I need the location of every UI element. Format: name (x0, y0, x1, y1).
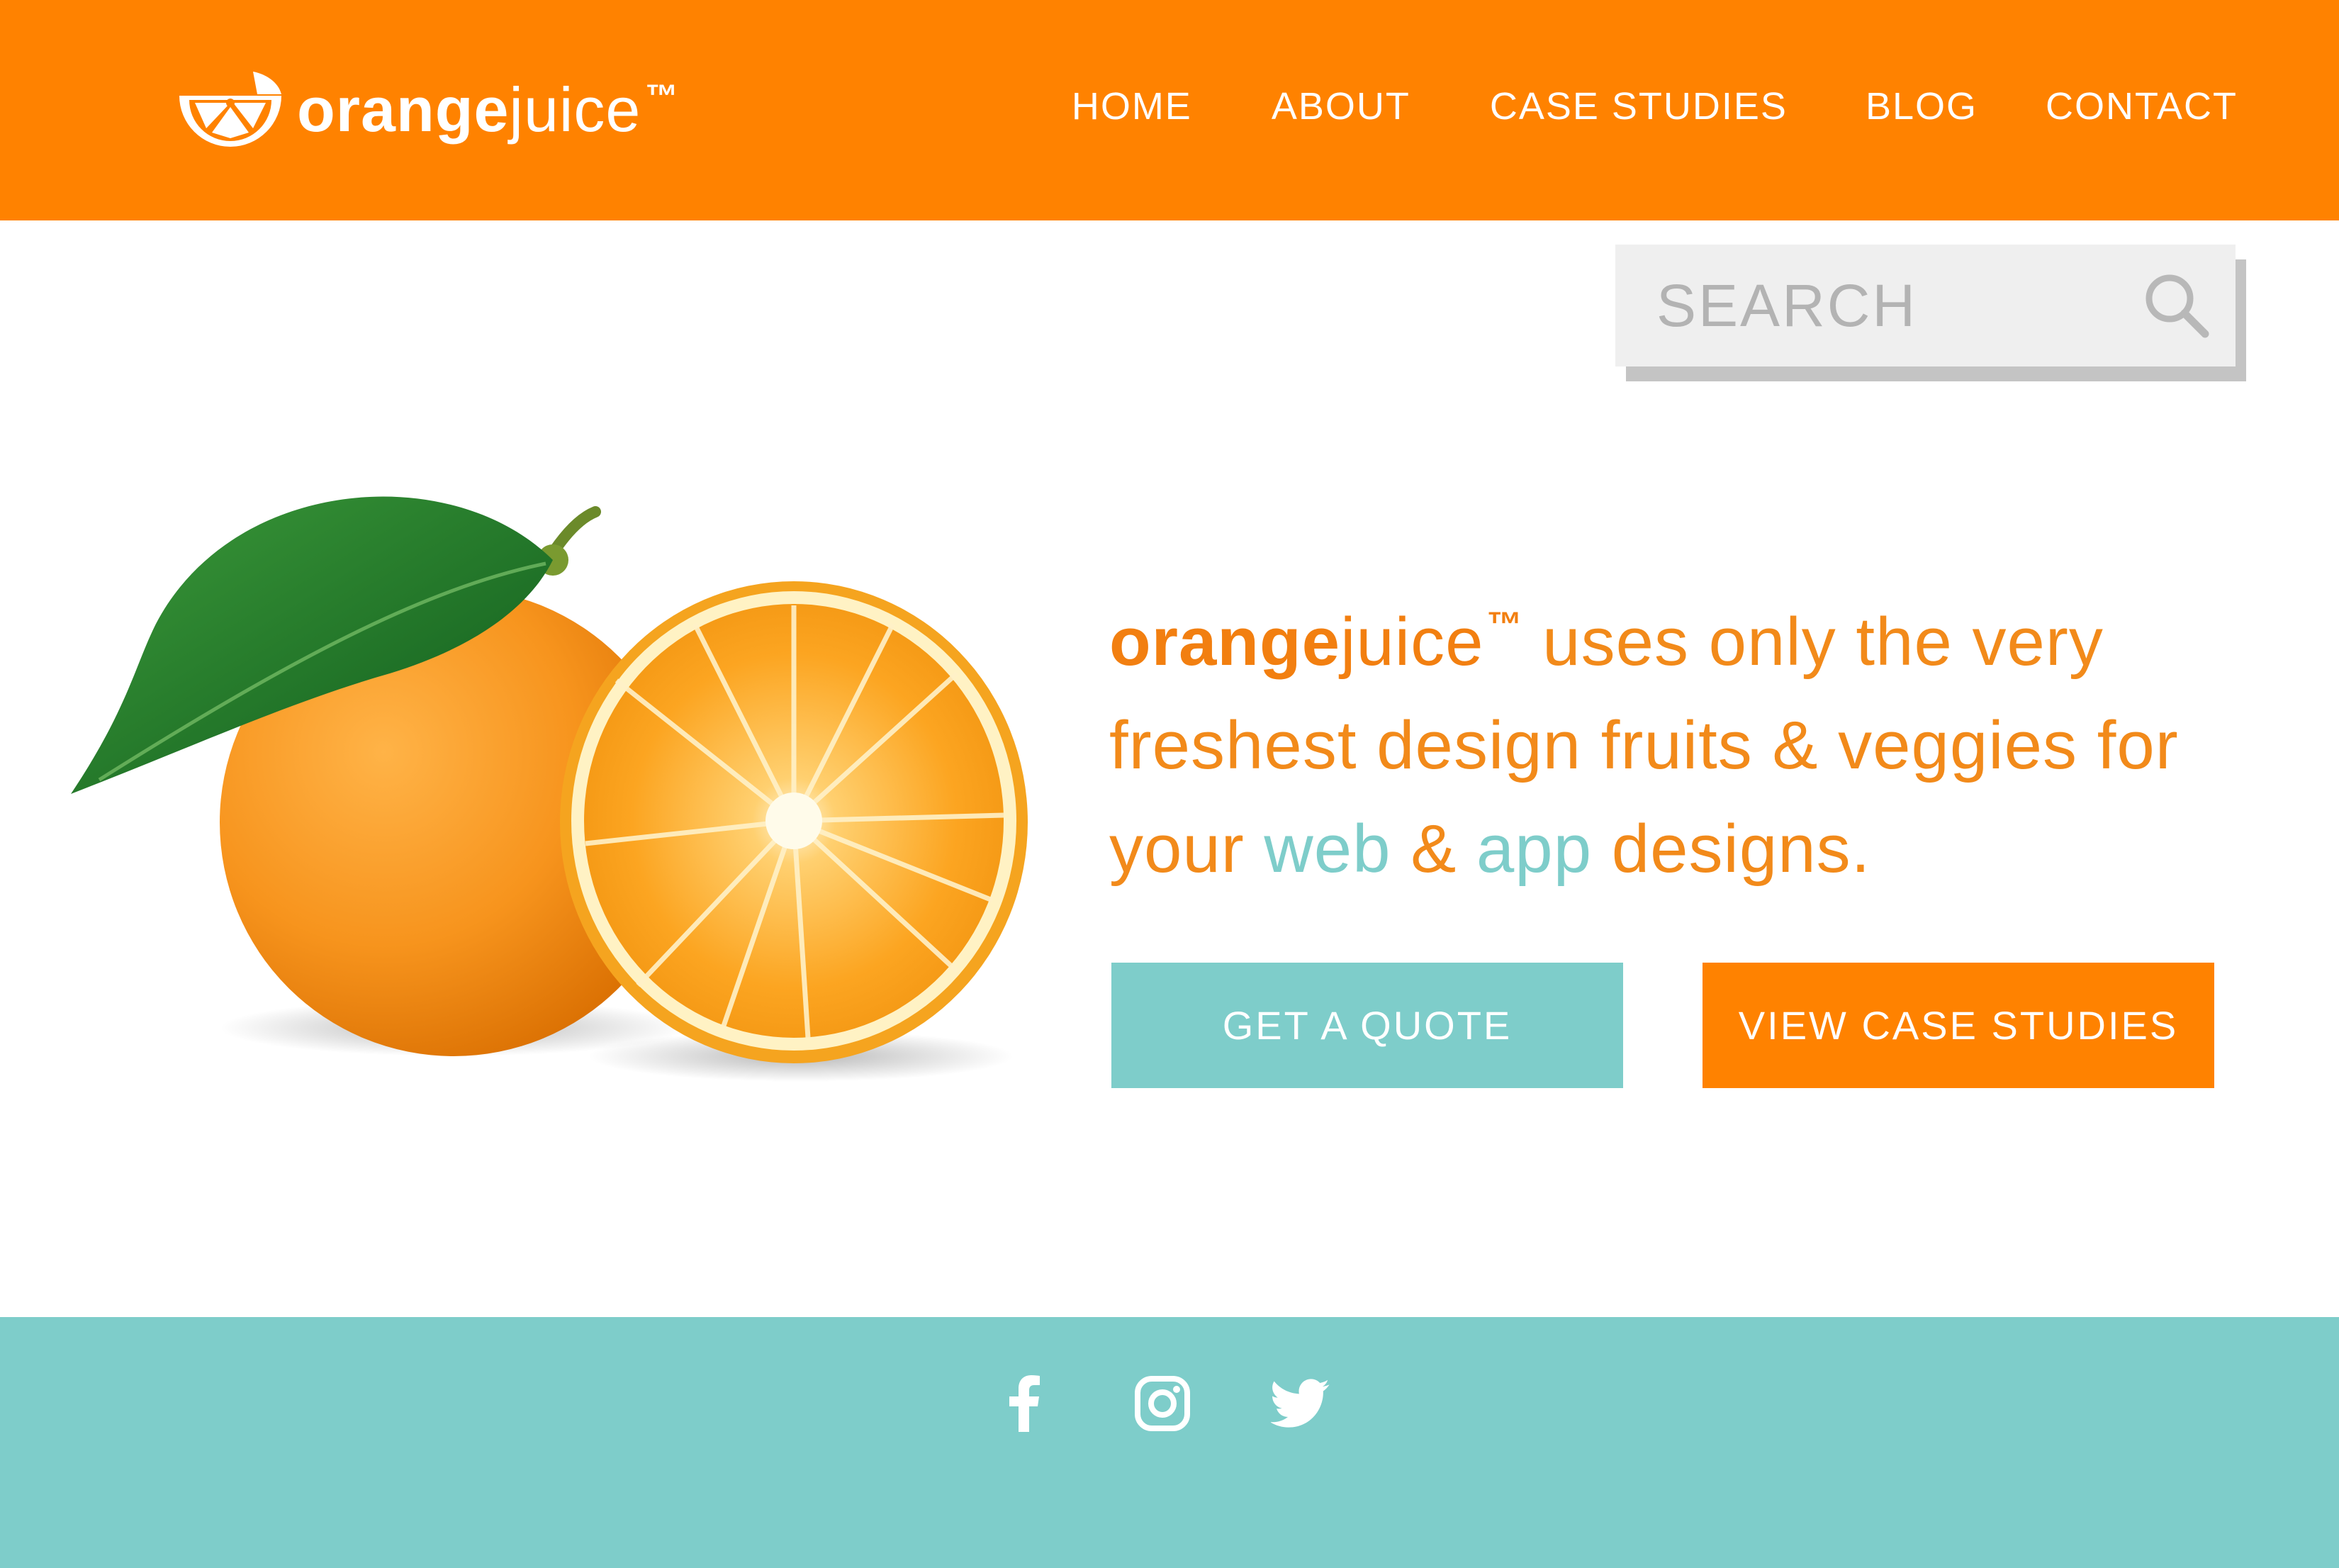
site-footer (0, 1317, 2339, 1568)
nav-item-contact[interactable]: CONTACT (2046, 84, 2238, 128)
get-a-quote-button[interactable]: GET A QUOTE (1111, 963, 1623, 1088)
search-input[interactable] (1656, 273, 2110, 338)
brand-logo[interactable]: orangejuice ™ (174, 67, 678, 152)
headline-accent-web: web (1264, 811, 1391, 887)
headline-text-3: designs. (1592, 811, 1871, 887)
search-box (1615, 245, 2236, 366)
headline-accent-app: app (1476, 811, 1593, 887)
brand-name-bold: orange (297, 74, 510, 145)
view-case-studies-button[interactable]: VIEW CASE STUDIES (1703, 963, 2214, 1088)
nav-item-home[interactable]: HOME (1072, 84, 1192, 128)
instagram-icon (1135, 1376, 1190, 1431)
facebook-icon (1009, 1375, 1040, 1432)
headline-brand-bold: orange (1109, 604, 1341, 680)
brand-wordmark: orangejuice ™ (297, 79, 678, 141)
hero-headline: orangejuice™ uses only the very freshest… (1109, 573, 2272, 901)
orange-slice-logo-icon (179, 72, 281, 147)
nav-item-blog[interactable]: BLOG (1866, 84, 1978, 128)
nav-item-case-studies[interactable]: CASE STUDIES (1490, 84, 1788, 128)
brand-name-light: juice (509, 74, 641, 145)
nav-item-about[interactable]: ABOUT (1272, 84, 1410, 128)
main-nav: HOME ABOUT CASE STUDIES BLOG CONTACT (1072, 82, 2238, 131)
headline-brand-light: juice (1340, 604, 1484, 680)
instagram-link[interactable] (1131, 1368, 1194, 1439)
brand-trademark: ™ (645, 77, 679, 114)
search-icon[interactable] (2141, 270, 2212, 341)
headline-text-2: & (1391, 811, 1476, 887)
twitter-link[interactable] (1265, 1368, 1336, 1439)
hero-orange-image (71, 496, 1028, 1082)
headline-trademark: ™ (1486, 605, 1523, 644)
site-header: orangejuice ™ HOME ABOUT CASE STUDIES BLO… (0, 0, 2339, 220)
facebook-link[interactable] (992, 1368, 1056, 1439)
twitter-icon (1271, 1379, 1330, 1428)
